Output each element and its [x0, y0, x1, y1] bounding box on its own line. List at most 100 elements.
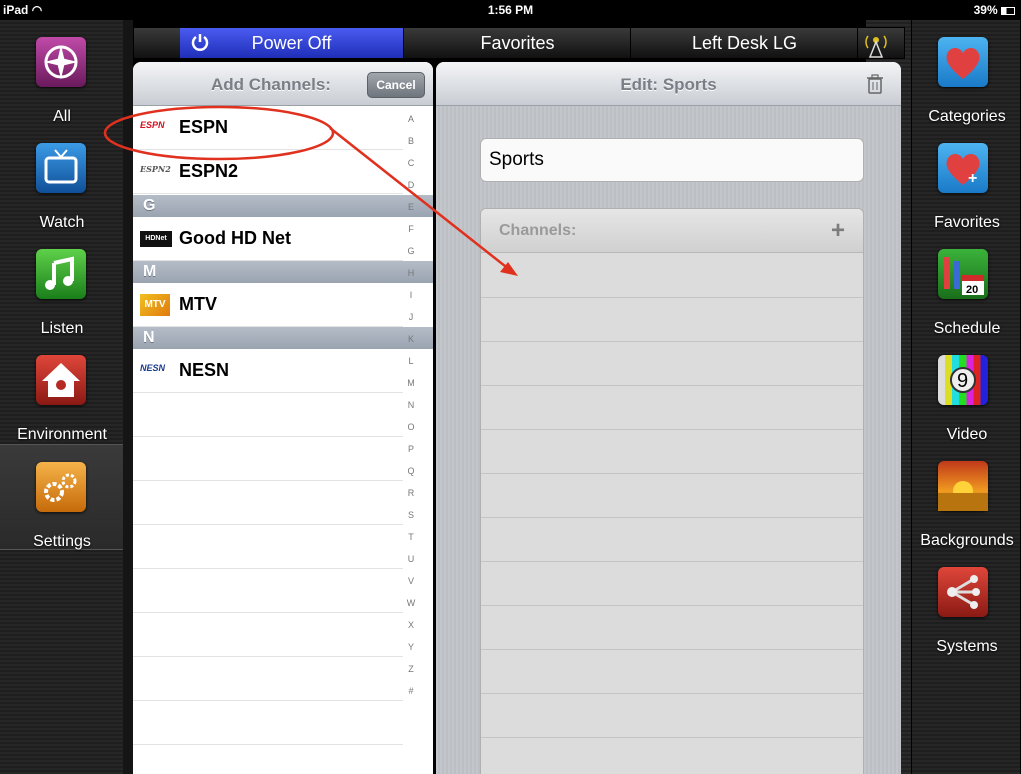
index-letter[interactable]: A	[401, 114, 421, 124]
nav-settings-label: Settings	[33, 533, 91, 550]
right-nav-rail: Categories + Favorites 20 Schedule 9 Vid…	[911, 20, 1021, 774]
device-tab[interactable]: Left Desk LG	[632, 28, 858, 58]
index-letter[interactable]: K	[401, 334, 421, 344]
channel-row-espn[interactable]: ESPN ESPN	[133, 106, 403, 150]
section-header-m: M	[133, 261, 433, 283]
index-letter[interactable]: #	[401, 686, 421, 696]
index-letter[interactable]: U	[401, 554, 421, 564]
index-letter[interactable]: P	[401, 444, 421, 454]
index-letter[interactable]: I	[401, 290, 421, 300]
channel-name: NESN	[179, 360, 230, 380]
nav-settings[interactable]: Settings	[0, 444, 124, 550]
row-divider	[481, 385, 863, 386]
index-letter[interactable]: Z	[401, 664, 421, 674]
index-letter[interactable]: L	[401, 356, 421, 366]
status-bar: iPad ◠ 1:56 PM 39%	[0, 0, 1021, 20]
index-letter[interactable]: O	[401, 422, 421, 432]
row-divider	[481, 737, 863, 738]
nav-backgrounds-label: Backgrounds	[920, 532, 1014, 549]
nav-categories[interactable]: Categories	[912, 20, 1021, 126]
channel-name: Good HD Net	[179, 228, 291, 248]
nav-watch[interactable]: Watch	[0, 126, 124, 232]
gears-icon	[36, 462, 86, 512]
nav-systems[interactable]: Systems	[912, 550, 1021, 656]
add-channels-title: Add Channels:	[211, 75, 331, 94]
row-divider	[481, 517, 863, 518]
nesn-logo: NESN	[140, 363, 166, 373]
index-letter[interactable]: G	[401, 246, 421, 256]
nav-watch-label: Watch	[39, 214, 85, 231]
nav-all[interactable]: All	[0, 20, 124, 126]
index-letter[interactable]: R	[401, 488, 421, 498]
power-off-label: Power Off	[251, 33, 332, 53]
mtv-logo: MTV	[140, 294, 170, 316]
channel-row-good-hd-net[interactable]: HDNet Good HD Net	[133, 217, 403, 261]
row-divider	[481, 473, 863, 474]
nav-video[interactable]: 9 Video	[912, 338, 1021, 444]
row-divider	[481, 429, 863, 430]
category-name-input[interactable]: Sports	[480, 138, 864, 182]
nav-environment[interactable]: Environment	[0, 338, 124, 444]
sunset-icon	[938, 461, 988, 511]
row-divider	[481, 341, 863, 342]
index-letter[interactable]: D	[401, 180, 421, 190]
index-letter[interactable]: V	[401, 576, 421, 586]
house-icon	[36, 355, 86, 405]
svg-text:9: 9	[957, 370, 968, 392]
battery-icon	[1001, 6, 1015, 15]
edit-header: Edit: Sports	[436, 62, 901, 106]
index-letter[interactable]: E	[401, 202, 421, 212]
empty-row	[133, 569, 403, 613]
index-letter[interactable]: M	[401, 378, 421, 388]
cancel-button[interactable]: Cancel	[367, 72, 425, 98]
battery-indicator: 39%	[974, 3, 1015, 17]
left-gutter	[123, 20, 133, 774]
heart-icon	[938, 37, 988, 87]
index-letter[interactable]: T	[401, 532, 421, 542]
add-channel-icon[interactable]: +	[831, 217, 845, 245]
index-letter[interactable]: X	[401, 620, 421, 630]
row-divider	[481, 561, 863, 562]
index-letter[interactable]: Y	[401, 642, 421, 652]
row-divider	[481, 649, 863, 650]
index-letter[interactable]: J	[401, 312, 421, 322]
channel-row-espn2[interactable]: ESPN2 ESPN2	[133, 150, 403, 194]
channels-list: Channels: +	[480, 208, 864, 774]
channel-row-nesn[interactable]: NESN NESN	[133, 349, 403, 393]
antenna-icon[interactable]	[862, 30, 890, 58]
nav-video-label: Video	[946, 426, 988, 443]
clock: 1:56 PM	[487, 3, 534, 17]
nav-systems-label: Systems	[936, 638, 998, 655]
trash-icon[interactable]	[867, 74, 883, 94]
svg-text:+: +	[968, 170, 977, 187]
share-network-icon	[938, 567, 988, 617]
index-letter[interactable]: B	[401, 136, 421, 146]
nav-favorites-label: Favorites	[934, 214, 1000, 231]
section-header-n: N	[133, 327, 433, 349]
index-letter[interactable]: Q	[401, 466, 421, 476]
index-letter[interactable]: S	[401, 510, 421, 520]
power-icon	[191, 34, 209, 51]
nav-listen-label: Listen	[40, 320, 84, 337]
index-letter[interactable]: H	[401, 268, 421, 278]
power-off-tab[interactable]: Power Off	[180, 28, 404, 58]
nav-schedule[interactable]: 20 Schedule	[912, 232, 1021, 338]
index-letter[interactable]: F	[401, 224, 421, 234]
favorites-tab[interactable]: Favorites	[405, 28, 631, 58]
row-divider	[481, 693, 863, 694]
row-divider	[481, 297, 863, 298]
index-letter[interactable]: C	[401, 158, 421, 168]
nav-listen[interactable]: Listen	[0, 232, 124, 338]
channels-label: Channels:	[499, 222, 577, 239]
channel-row-mtv[interactable]: MTV MTV	[133, 283, 403, 327]
empty-row	[133, 657, 403, 701]
empty-row	[133, 437, 403, 481]
edit-category-panel: Edit: Sports Sports Channels: +	[436, 62, 901, 774]
music-note-icon	[36, 249, 86, 299]
index-letter[interactable]: W	[401, 598, 421, 608]
empty-row	[133, 525, 403, 569]
nav-favorites[interactable]: + Favorites	[912, 126, 1021, 232]
index-letter[interactable]: N	[401, 400, 421, 410]
nav-backgrounds[interactable]: Backgrounds	[912, 444, 1021, 550]
test-pattern-icon: 9	[938, 355, 988, 405]
